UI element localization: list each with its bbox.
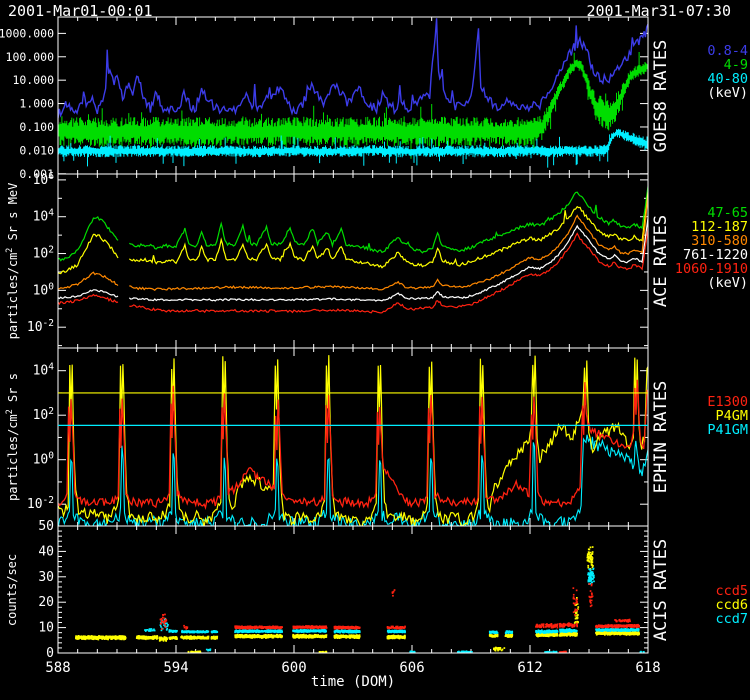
goes8-right-axis-label: GOES8 RATES (651, 39, 671, 152)
y-tick-label: 30 (38, 570, 54, 585)
legend-goes8-keV: (keV) (707, 85, 748, 101)
y-tick-label: 1.000 (19, 97, 54, 111)
ace-plot-area (58, 186, 648, 313)
ace-series-47-65 (58, 186, 648, 260)
y-tick-label: 10 (38, 621, 54, 636)
y-tick-label: 104 (33, 362, 55, 379)
end-time-title: 2001-Mar31-07:30 (587, 2, 732, 20)
x-tick-label: 618 (635, 660, 660, 676)
acis-series-ccd7 (144, 568, 645, 654)
x-tick-label: 594 (163, 660, 188, 676)
y-tick-label: 10-2 (27, 495, 54, 512)
ace-right-axis-label: ACE RATES (651, 215, 671, 307)
y-tick-label: 100 (33, 281, 55, 298)
x-tick-label: 606 (399, 660, 424, 676)
legend-acis-ccd7: ccd7 (715, 611, 748, 627)
acis-series-ccd5 (160, 583, 640, 653)
y-tick-label: 102 (33, 406, 54, 423)
y-tick-label: 1000.000 (0, 26, 54, 40)
x-tick-label: 588 (45, 660, 70, 676)
x-tick-label: 600 (281, 660, 306, 676)
y-tick-label: 50 (38, 519, 54, 534)
y-tick-label: 0 (46, 646, 54, 661)
y-tick-label: 0.100 (19, 120, 54, 134)
space-weather-plot: 1000.000100.00010.0001.0000.1000.0100.00… (0, 0, 750, 700)
y-tick-label: 40 (38, 544, 54, 559)
ace-series-310-580 (58, 198, 648, 291)
y-tick-label: 0.010 (19, 143, 54, 157)
acis-right-axis-label: ACIS RATES (651, 538, 671, 640)
legend-ace-keV: (keV) (707, 275, 748, 291)
y-tick-label: 104 (33, 208, 55, 225)
goes8-series-0.8-4 (58, 18, 648, 118)
start-time-title: 2001-Mar01-00:01 (8, 2, 153, 20)
y-tick-label: 100 (33, 451, 55, 468)
ephin-unit-label: particles/cm2 Sr s (4, 373, 20, 501)
ephin-series-E1300 (58, 380, 648, 508)
y-tick-label: 106 (33, 171, 55, 188)
y-tick-label: 102 (33, 245, 54, 262)
ace-unit-label: particles/cm2 Sr s MeV (4, 183, 20, 340)
x-axis-label: time (DOM) (311, 674, 395, 690)
y-tick-label: 20 (38, 595, 54, 610)
legend-ephin-P41GM: P41GM (707, 422, 748, 438)
goes8-plot-area (58, 18, 648, 167)
y-tick-label: 10.000 (12, 73, 54, 87)
y-tick-label: 10-2 (27, 318, 54, 335)
acis-panel-border (58, 526, 648, 653)
ephin-plot-area (58, 355, 648, 530)
y-tick-label: 100.000 (6, 50, 55, 64)
chart-canvas: 1000.000100.00010.0001.0000.1000.0100.00… (0, 0, 750, 700)
x-tick-label: 612 (517, 660, 542, 676)
acis-plot-area (75, 546, 645, 653)
acis-series-ccd6 (75, 546, 640, 653)
acis-unit-label: counts/sec (5, 553, 19, 625)
ephin-right-axis-label: EPHIN RATES (651, 381, 671, 494)
